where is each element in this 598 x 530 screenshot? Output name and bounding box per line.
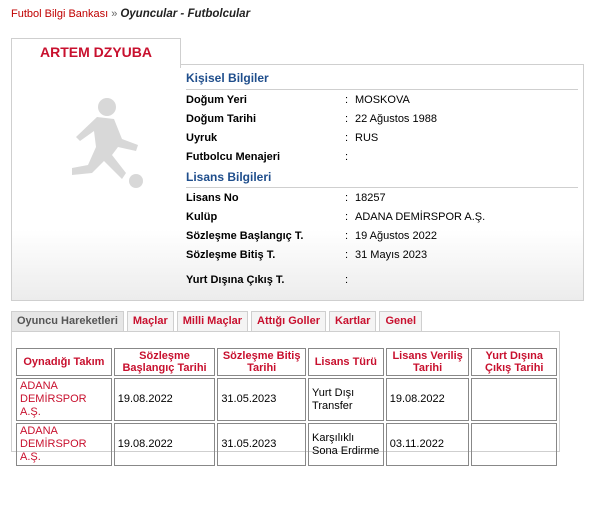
- tab-cards[interactable]: Kartlar: [328, 311, 377, 331]
- license-type-cell: Yurt Dışı Transfer: [308, 378, 384, 421]
- table-row: ADANA DEMİRSPOR A.Ş. 19.08.2022 31.05.20…: [16, 423, 557, 466]
- movements-table: Oynadığı Takım Sözleşme Başlangıç Tarihi…: [14, 346, 559, 468]
- column-header: Lisans Veriliş Tarihi: [385, 348, 470, 376]
- abroad-date-cell: [471, 423, 557, 466]
- colon: :: [345, 132, 349, 144]
- colon: :: [345, 113, 349, 125]
- license-issued-cell: 19.08.2022: [385, 378, 470, 421]
- column-header: Sözleşme Bitiş Tarihi: [217, 348, 307, 376]
- divider: [186, 89, 578, 90]
- license-info-title: Lisans Bilgileri: [186, 170, 272, 184]
- tab-player-movements[interactable]: Oyuncu Hareketleri: [11, 311, 124, 331]
- tab-matches[interactable]: Maçlar: [126, 311, 174, 331]
- table-row: ADANA DEMİRSPOR A.Ş. 19.08.2022 31.05.20…: [16, 378, 557, 421]
- info-label: Sözleşme Başlangıç T.: [186, 230, 304, 242]
- colon: :: [345, 274, 349, 286]
- license-issued-cell: 03.11.2022: [385, 423, 470, 466]
- colon: :: [345, 211, 349, 223]
- info-value: ADANA DEMİRSPOR A.Ş.: [355, 211, 486, 223]
- movements-panel: Oynadığı Takım Sözleşme Başlangıç Tarihi…: [11, 331, 560, 466]
- contract-end-cell: 31.05.2023: [217, 423, 307, 466]
- info-value: 31 Mayıs 2023: [355, 249, 428, 261]
- info-row-agent: Futbolcu Menajeri :: [186, 151, 578, 169]
- personal-info-title: Kişisel Bilgiler: [186, 71, 269, 85]
- info-value: 19 Ağustos 2022: [355, 230, 437, 242]
- info-label: Kulüp: [186, 211, 218, 223]
- divider: [186, 187, 578, 188]
- table-header-row: Oynadığı Takım Sözleşme Başlangıç Tarihi…: [16, 348, 557, 376]
- info-row-abroad-date: Yurt Dışına Çıkış T. :: [186, 274, 578, 292]
- contract-start-cell: 19.08.2022: [113, 378, 216, 421]
- colon: :: [345, 249, 349, 261]
- contract-end-cell: 31.05.2023: [217, 378, 307, 421]
- column-header: Yurt Dışına Çıkış Tarihi: [471, 348, 557, 376]
- abroad-date-cell: [471, 378, 557, 421]
- tab-general[interactable]: Genel: [379, 311, 423, 331]
- info-value: MOSKOVA: [355, 94, 410, 106]
- breadcrumb: Futbol Bilgi Bankası» Oyuncular - Futbolc…: [11, 8, 250, 20]
- colon: :: [345, 230, 349, 242]
- info-row-nationality: Uyruk : RUS: [186, 132, 578, 150]
- breadcrumb-current: Oyuncular - Futbolcular: [120, 8, 251, 20]
- colon: :: [345, 192, 349, 204]
- info-label: Sözleşme Bitiş T.: [186, 249, 276, 261]
- contract-start-cell: 19.08.2022: [113, 423, 216, 466]
- detail-tabs: Oyuncu Hareketleri Maçlar Milli Maçlar A…: [11, 311, 423, 331]
- info-label: Lisans No: [186, 192, 239, 204]
- team-link[interactable]: ADANA DEMİRSPOR A.Ş.: [16, 378, 112, 421]
- column-header: Lisans Türü: [308, 348, 384, 376]
- colon: :: [345, 94, 349, 106]
- license-type-cell: Karşılıklı Sona Erdirme: [308, 423, 384, 466]
- tab-national-matches[interactable]: Milli Maçlar: [176, 311, 249, 331]
- breadcrumb-root-link[interactable]: Futbol Bilgi Bankası: [11, 8, 108, 20]
- team-link[interactable]: ADANA DEMİRSPOR A.Ş.: [16, 423, 112, 466]
- info-row-license-no: Lisans No : 18257: [186, 192, 578, 210]
- info-row-birthplace: Doğum Yeri : MOSKOVA: [186, 94, 578, 112]
- tab-goals[interactable]: Attığı Goller: [251, 311, 326, 331]
- breadcrumb-separator: »: [111, 8, 118, 20]
- info-label: Uyruk: [186, 132, 218, 144]
- info-label: Yurt Dışına Çıkış T.: [186, 274, 285, 286]
- player-silhouette-icon: [72, 98, 143, 188]
- player-profile-card: Kişisel Bilgiler Doğum Yeri : MOSKOVA Do…: [11, 64, 584, 301]
- colon: :: [345, 151, 349, 163]
- column-header: Oynadığı Takım: [16, 348, 112, 376]
- info-value: 18257: [355, 192, 386, 204]
- info-value: RUS: [355, 132, 379, 144]
- column-header: Sözleşme Başlangıç Tarihi: [113, 348, 216, 376]
- info-row-club: Kulüp : ADANA DEMİRSPOR A.Ş.: [186, 211, 578, 229]
- info-row-contract-end: Sözleşme Bitiş T. : 31 Mayıs 2023: [186, 249, 578, 267]
- info-label: Doğum Tarihi: [186, 113, 257, 125]
- info-row-contract-start: Sözleşme Başlangıç T. : 19 Ağustos 2022: [186, 230, 578, 248]
- player-name-tab: ARTEM DZYUBA: [11, 38, 181, 68]
- info-value: 22 Ağustos 1988: [355, 113, 437, 125]
- info-label: Futbolcu Menajeri: [186, 151, 281, 163]
- info-row-birthdate: Doğum Tarihi : 22 Ağustos 1988: [186, 113, 578, 131]
- info-label: Doğum Yeri: [186, 94, 247, 106]
